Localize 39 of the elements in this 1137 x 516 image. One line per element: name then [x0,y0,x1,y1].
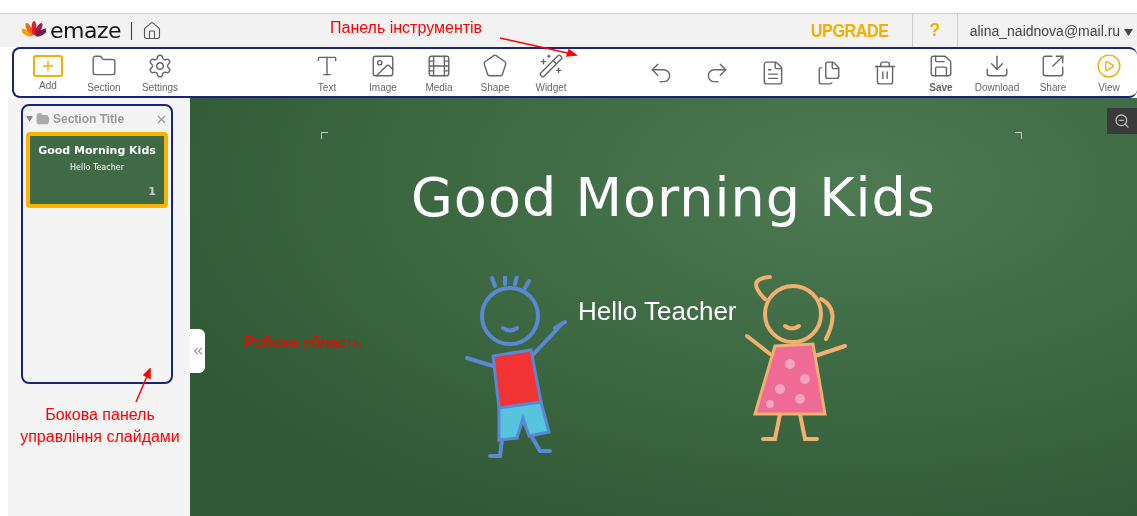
settings-button[interactable]: Settings [140,52,180,93]
play-icon [1096,52,1122,79]
thumbnail-subtitle: Hello Teacher [70,163,124,172]
shape-tool-button[interactable]: Shape [475,52,515,93]
slide-title: Good Morning Kids [411,166,936,229]
trash-icon [872,59,898,86]
zoom-out-button[interactable] [1107,108,1137,134]
slide-subtitle: Hello Teacher [578,296,737,327]
add-icon [33,54,63,77]
documents-icon [816,59,842,86]
section-button[interactable]: Section [84,52,124,93]
widget-tool-button[interactable]: Widget [531,52,571,93]
media-tool-button[interactable]: Media [419,52,459,93]
text-tool-button[interactable]: Text [307,52,347,93]
workspace-annotation: Робоча область [244,333,362,353]
thumbnail-title: Good Morning Kids [38,144,156,157]
caret-icon [1124,28,1133,36]
image-tool-button[interactable]: Image [363,52,403,93]
settings-icon [147,52,173,79]
add-button[interactable]: Add [28,54,68,91]
save-button[interactable]: Save [921,52,961,93]
sidebar-annotation: Бокова панель управління слайдами [19,405,181,447]
magic-wand-icon [538,52,564,79]
brand-name: emaze [50,18,122,43]
expand-caret-icon[interactable] [26,116,33,122]
user-menu[interactable]: alina_naidnova@mail.ru [957,14,1137,47]
slide-thumbnail[interactable]: Good Morning Kids Hello Teacher 1 [26,132,168,208]
home-icon[interactable] [142,20,163,41]
share-button[interactable]: Share [1033,52,1073,93]
zoom-out-icon [1114,113,1130,129]
slide-number: 1 [148,185,156,198]
download-button[interactable]: Download [977,52,1017,93]
pentagon-icon [482,52,508,79]
toolbar-annotation: Панель інструментів [330,18,483,38]
collapse-sidebar-button[interactable] [190,329,205,373]
section-title: Section Title [53,112,126,126]
view-button[interactable]: View [1089,52,1129,93]
annotation-arrow [133,368,153,404]
folder-icon [36,112,50,126]
